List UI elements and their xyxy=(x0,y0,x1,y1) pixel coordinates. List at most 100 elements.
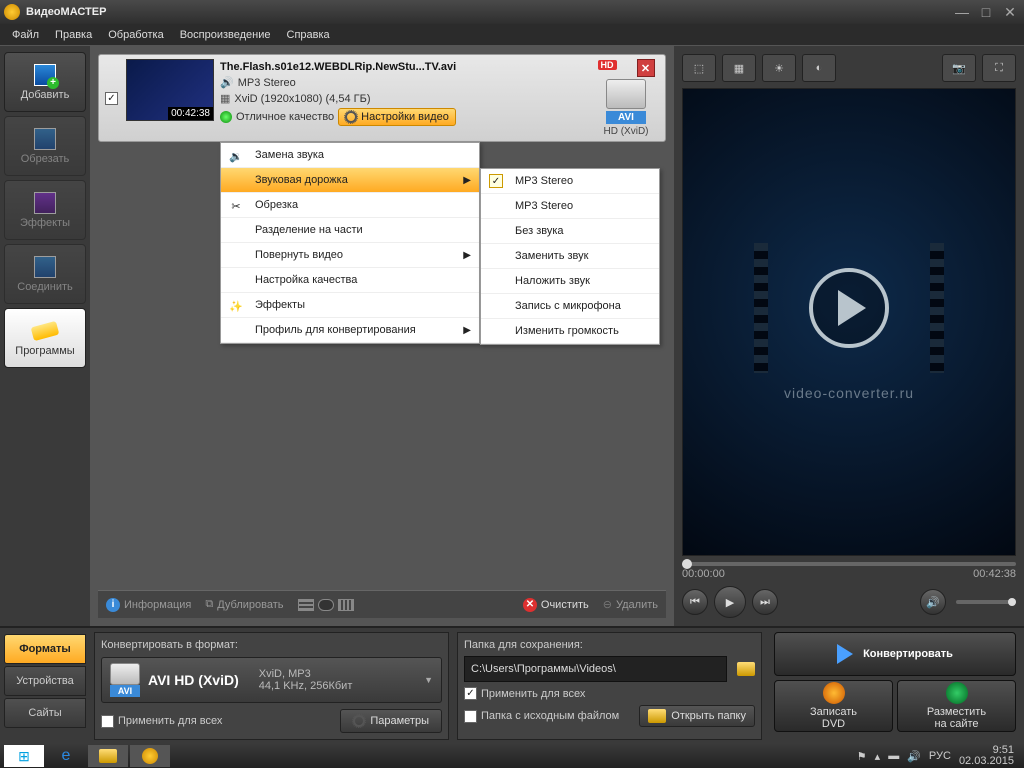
video-spec: XviD (1920x1080) (4,54 ГБ) xyxy=(234,93,370,105)
path-field[interactable]: C:\Users\Программы\Videos\ xyxy=(464,656,727,682)
seek-knob[interactable] xyxy=(682,559,692,569)
menu-playback[interactable]: Воспроизведение xyxy=(172,26,279,44)
mi-rotate[interactable]: Повернуть видео▶ xyxy=(221,243,479,268)
maximize-button[interactable]: □ xyxy=(976,5,996,19)
mi-profile[interactable]: Профиль для конвертирования▶ xyxy=(221,318,479,343)
preview-area[interactable]: video-converter.ru xyxy=(682,88,1016,556)
menu-edit[interactable]: Правка xyxy=(47,26,100,44)
smi-mp3-2[interactable]: MP3 Stereo xyxy=(481,194,659,219)
mi-trim[interactable]: ✂Обрезка xyxy=(221,193,479,218)
taskbar-explorer[interactable] xyxy=(88,745,128,767)
tab-formats[interactable]: Форматы xyxy=(4,634,86,664)
smi-volume[interactable]: Изменить громкость xyxy=(481,319,659,344)
smi-mp3-1[interactable]: ✓MP3 Stereo xyxy=(481,169,659,194)
app-icon xyxy=(142,748,158,764)
burn-dvd-button[interactable]: ЗаписатьDVD xyxy=(774,680,893,732)
mi-audio-track[interactable]: Звуковая дорожка▶ xyxy=(221,168,479,193)
brand-label: video-converter.ru xyxy=(784,385,914,401)
tray-clock[interactable]: 9:51 02.03.2015 xyxy=(959,745,1014,767)
mi-split[interactable]: Разделение на части xyxy=(221,218,479,243)
volume-knob[interactable] xyxy=(1008,598,1016,606)
duration-badge: 00:42:38 xyxy=(168,107,213,120)
taskbar-videomaster[interactable] xyxy=(130,745,170,767)
format-tabs: Форматы Устройства Сайты xyxy=(0,628,90,744)
video-settings-button[interactable]: Настройки видео xyxy=(338,108,456,126)
sidebar-cut[interactable]: Обрезать xyxy=(4,116,86,176)
snapshot-button[interactable]: 📷 xyxy=(942,54,976,82)
format-icon xyxy=(606,79,646,109)
params-button[interactable]: Параметры xyxy=(340,709,442,733)
view-list-icon[interactable] xyxy=(298,599,314,611)
quality-label: Отличное качество xyxy=(236,111,334,123)
delete-button[interactable]: ⊖Удалить xyxy=(603,598,658,611)
seek-bar[interactable] xyxy=(682,562,1016,566)
list-toolbar: iИнформация ⧉Дублировать ✕Очистить ⊖Удал… xyxy=(98,590,666,618)
same-folder-checkbox[interactable]: Папка с исходным файлом xyxy=(464,710,619,723)
frame-button[interactable]: ▦ xyxy=(722,54,756,82)
format-selector[interactable]: AVI AVI HD (XviD) XviD, MP3 44,1 KHz, 25… xyxy=(101,657,442,703)
file-name: The.Flash.s01e12.WEBDLRip.NewStu...TV.av… xyxy=(220,61,585,73)
mi-effects[interactable]: ✨Эффекты xyxy=(221,293,479,318)
crop-button[interactable]: ⬚ xyxy=(682,54,716,82)
mi-quality[interactable]: Настройка качества xyxy=(221,268,479,293)
preview-panel: ⬚ ▦ ☀ ◐ 📷 ⛶ video-converter.ru 00:00:00 … xyxy=(674,46,1024,626)
contrast-button[interactable]: ◐ xyxy=(802,54,836,82)
smi-overlay[interactable]: Наложить звук xyxy=(481,269,659,294)
action-buttons: Конвертировать ЗаписатьDVD Разместитьна … xyxy=(766,628,1024,744)
time-total: 00:42:38 xyxy=(973,568,1016,580)
brightness-button[interactable]: ☀ xyxy=(762,54,796,82)
copy-icon: ⧉ xyxy=(205,598,213,611)
play-icon xyxy=(809,268,889,348)
prev-button[interactable]: ⏮ xyxy=(682,589,708,615)
tray-network-icon[interactable]: ▬ xyxy=(888,750,899,762)
sidebar-effects[interactable]: Эффекты xyxy=(4,180,86,240)
sidebar-programs-label: Программы xyxy=(15,345,74,357)
smi-replace[interactable]: Заменить звук xyxy=(481,244,659,269)
format-detail-2: 44,1 KHz, 256Кбит xyxy=(259,680,353,692)
sidebar-add[interactable]: + Добавить xyxy=(4,52,86,112)
menu-process[interactable]: Обработка xyxy=(100,26,171,44)
file-row[interactable]: ✓ 00:42:38 The.Flash.s01e12.WEBDLRip.New… xyxy=(98,54,666,142)
clear-button[interactable]: ✕Очистить xyxy=(523,598,589,612)
minimize-button[interactable]: — xyxy=(952,5,972,19)
mi-replace-sound[interactable]: 🔉Замена звука xyxy=(221,143,479,168)
apply-all-checkbox[interactable]: Применить для всех xyxy=(101,715,222,728)
tray-action-center-icon[interactable]: ⚑ xyxy=(857,750,867,763)
video-thumbnail[interactable]: 00:42:38 xyxy=(126,59,214,121)
volume-slider[interactable] xyxy=(956,600,1016,604)
apply-all-2-checkbox[interactable]: ✓Применить для всех xyxy=(464,687,585,700)
browse-folder-button[interactable] xyxy=(737,662,755,676)
tab-devices[interactable]: Устройства xyxy=(4,666,86,696)
mute-button[interactable]: 🔊 xyxy=(920,589,946,615)
start-button[interactable]: ⊞ xyxy=(4,745,44,767)
tab-sites[interactable]: Сайты xyxy=(4,698,86,728)
file-checkbox[interactable]: ✓ xyxy=(105,92,118,105)
open-folder-button[interactable]: Открыть папку xyxy=(639,705,755,727)
play-button[interactable]: ▶ xyxy=(714,586,746,618)
tray-lang[interactable]: РУС xyxy=(929,750,951,762)
convert-panel: Конвертировать в формат: AVI AVI HD (Xvi… xyxy=(94,632,449,740)
duplicate-button[interactable]: ⧉Дублировать xyxy=(205,598,283,611)
smi-mic[interactable]: Запись с микрофона xyxy=(481,294,659,319)
view-grid-icon[interactable] xyxy=(338,599,354,611)
remove-file-button[interactable]: ✕ xyxy=(637,59,655,77)
view-toggle[interactable] xyxy=(298,599,354,611)
smi-no-sound[interactable]: Без звука xyxy=(481,219,659,244)
taskbar-ie[interactable]: e xyxy=(46,745,86,767)
menu-help[interactable]: Справка xyxy=(279,26,338,44)
close-button[interactable]: ✕ xyxy=(1000,5,1020,19)
tray-volume-icon[interactable]: 🔊 xyxy=(907,750,921,763)
sidebar-join[interactable]: Соединить xyxy=(4,244,86,304)
audio-spec: MP3 Stereo xyxy=(238,77,296,89)
menu-file[interactable]: Файл xyxy=(4,26,47,44)
info-button[interactable]: iИнформация xyxy=(106,598,191,612)
clear-icon: ✕ xyxy=(523,598,537,612)
tray-chevron-icon[interactable]: ▴ xyxy=(875,750,881,763)
format-thumb-icon xyxy=(110,663,140,685)
view-compact-icon[interactable] xyxy=(318,599,334,611)
publish-button[interactable]: Разместитьна сайте xyxy=(897,680,1016,732)
next-button[interactable]: ⏭ xyxy=(752,589,778,615)
sidebar-programs[interactable]: Программы xyxy=(4,308,86,368)
fullscreen-button[interactable]: ⛶ xyxy=(982,54,1016,82)
convert-button[interactable]: Конвертировать xyxy=(774,632,1016,676)
